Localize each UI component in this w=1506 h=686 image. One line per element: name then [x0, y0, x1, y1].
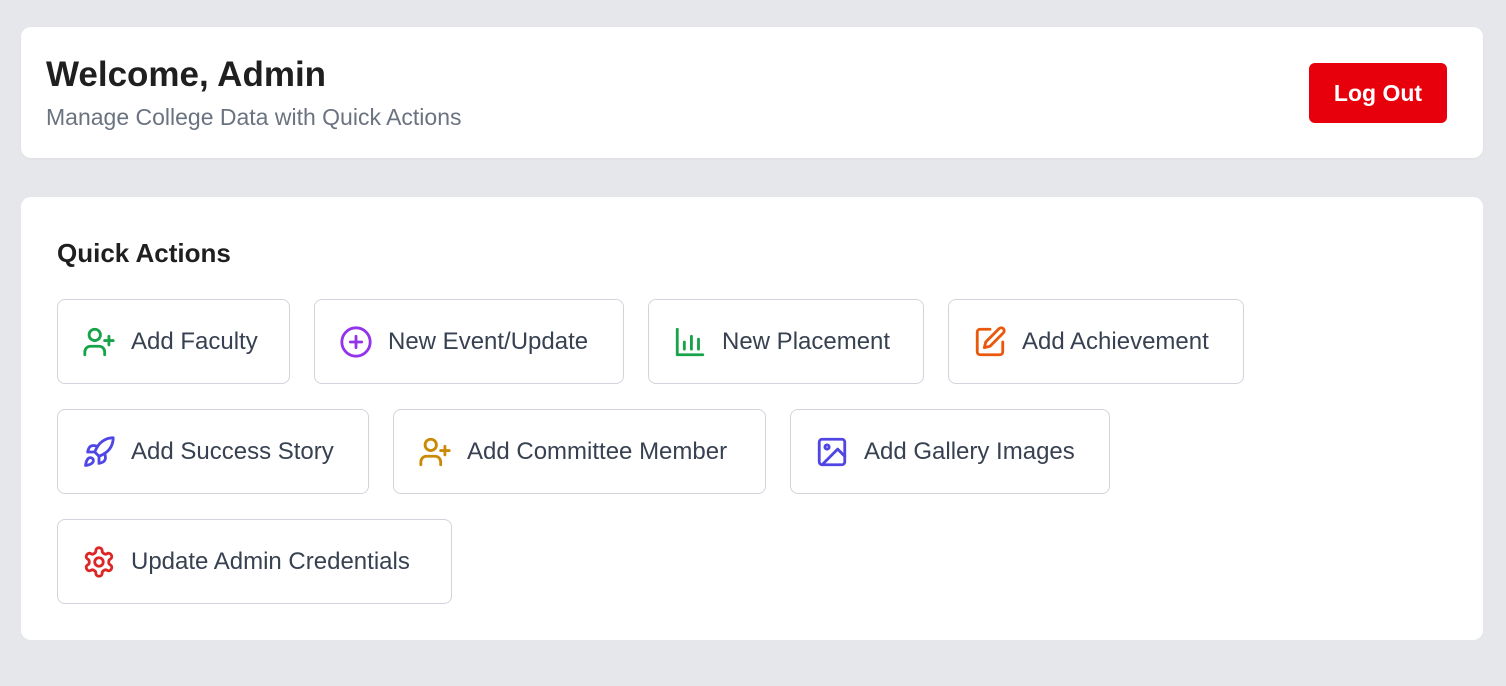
header-card: Welcome, Admin Manage College Data with …: [21, 27, 1483, 158]
new-event-update-button[interactable]: New Event/Update: [314, 299, 624, 384]
action-label: Add Success Story: [131, 437, 334, 465]
add-success-story-button[interactable]: Add Success Story: [57, 409, 369, 494]
user-plus-icon: [82, 325, 116, 359]
action-label: New Placement: [722, 327, 891, 355]
action-label: Add Gallery Images: [864, 437, 1075, 465]
add-committee-member-button[interactable]: Add Committee Member: [393, 409, 766, 494]
add-faculty-button[interactable]: Add Faculty: [57, 299, 290, 384]
logout-button[interactable]: Log Out: [1309, 63, 1447, 123]
quick-actions-title: Quick Actions: [57, 238, 231, 268]
action-label: Add Achievement: [1022, 327, 1209, 355]
page-title: Welcome, Admin: [46, 55, 327, 94]
user-plus-icon: [418, 435, 452, 469]
quick-actions-card: Quick Actions Add Faculty New Event/Upda…: [21, 197, 1483, 640]
action-label: New Event/Update: [388, 327, 589, 355]
action-label: Update Admin Credentials: [131, 547, 410, 575]
add-gallery-images-button[interactable]: Add Gallery Images: [790, 409, 1110, 494]
image-icon: [815, 435, 849, 469]
page-subtitle: Manage College Data with Quick Actions: [46, 104, 462, 130]
add-achievement-button[interactable]: Add Achievement: [948, 299, 1244, 384]
new-placement-button[interactable]: New Placement: [648, 299, 924, 384]
settings-icon: [82, 545, 116, 579]
plus-circle-icon: [339, 325, 373, 359]
action-label: Add Committee Member: [467, 437, 728, 465]
rocket-icon: [82, 435, 116, 469]
action-label: Add Faculty: [131, 327, 258, 355]
update-admin-credentials-button[interactable]: Update Admin Credentials: [57, 519, 452, 604]
bar-chart-icon: [673, 325, 707, 359]
edit-icon: [973, 325, 1007, 359]
